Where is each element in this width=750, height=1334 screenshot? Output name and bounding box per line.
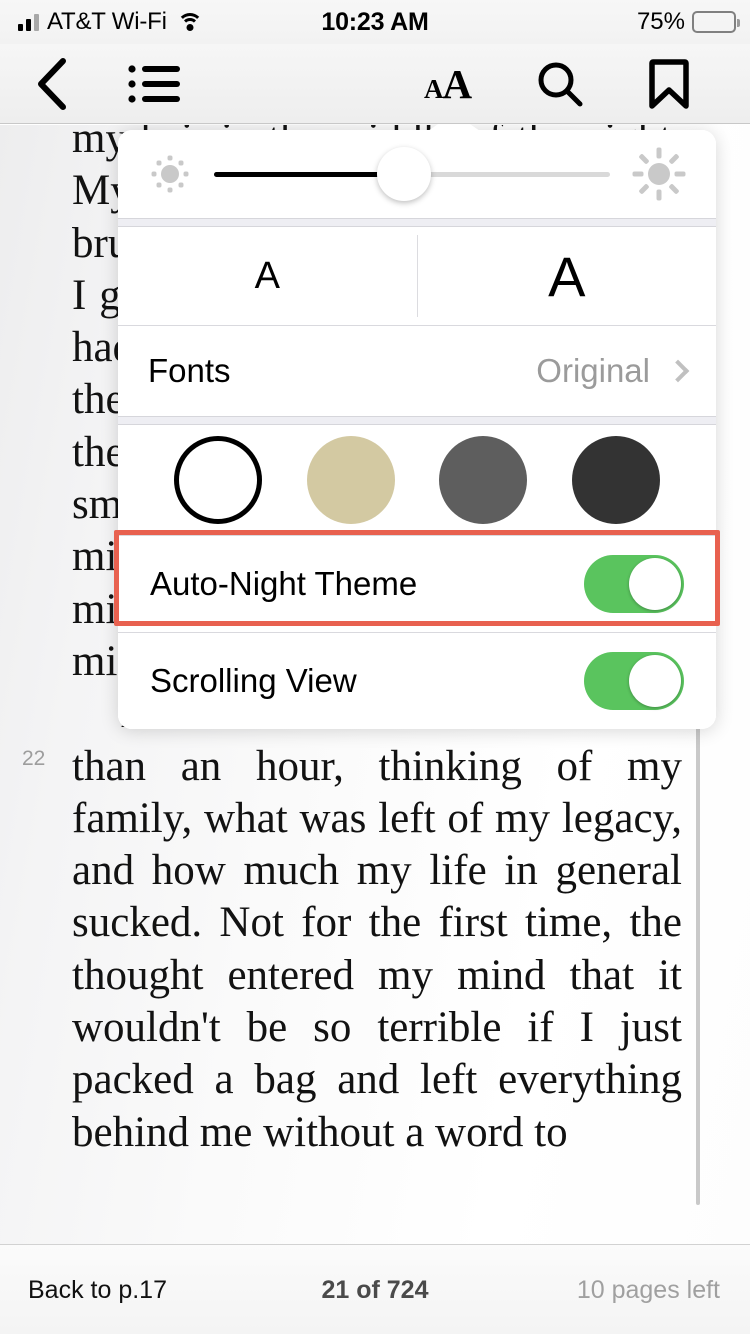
pages-left-label: 10 pages left — [576, 1275, 720, 1304]
section-divider — [118, 416, 716, 425]
paragraph: I'd been wide-awake for more than an hou… — [72, 690, 682, 1156]
list-bullet-icon — [128, 65, 180, 103]
increase-font-size-button[interactable]: A — [418, 227, 717, 325]
battery-icon — [692, 11, 740, 33]
chevron-left-icon — [38, 58, 66, 110]
toggle-knob — [629, 558, 681, 610]
font-size-button[interactable]: AA — [406, 44, 490, 124]
table-of-contents-button[interactable] — [110, 44, 198, 124]
theme-selector-row — [118, 425, 716, 535]
auto-night-theme-row[interactable]: Auto-Night Theme — [118, 536, 716, 632]
scrolling-view-row[interactable]: Scrolling View — [118, 633, 716, 729]
toggle-knob — [629, 655, 681, 707]
aa-large-letter: A — [442, 61, 473, 107]
scrolling-view-toggle[interactable] — [584, 652, 684, 710]
chevron-right-icon — [666, 359, 690, 383]
theme-option-dark[interactable] — [571, 436, 660, 524]
aa-small-letter: A — [423, 74, 444, 104]
brightness-slider-thumb[interactable] — [377, 147, 432, 201]
fonts-row[interactable]: Fonts Original — [118, 326, 716, 416]
search-icon — [538, 62, 583, 107]
brightness-slider-fill — [214, 171, 405, 177]
fonts-label: Fonts — [148, 352, 231, 389]
display-settings-popover: A A Fonts Original Auto-Night Theme Scro… — [118, 113, 716, 729]
font-size-row: A A — [118, 227, 716, 325]
search-button[interactable] — [518, 44, 602, 124]
bookmark-icon — [649, 59, 689, 109]
sun-large-icon — [632, 147, 686, 201]
theme-option-white[interactable] — [174, 436, 263, 524]
bookmark-button[interactable] — [628, 44, 710, 124]
aa-text-size-icon: AA — [424, 60, 472, 108]
page-number-margin: 22 — [22, 747, 46, 770]
decrease-font-size-button[interactable]: A — [118, 227, 417, 325]
status-bar: AT&T Wi-Fi 10:23 AM 75% — [0, 0, 750, 44]
reader-toolbar: AA — [0, 44, 750, 124]
auto-night-theme-label: Auto-Night Theme — [150, 565, 418, 602]
back-button[interactable] — [16, 44, 88, 124]
theme-option-gray[interactable] — [439, 436, 528, 524]
auto-night-theme-toggle[interactable] — [584, 555, 684, 613]
theme-option-sepia[interactable] — [306, 436, 395, 524]
sun-small-icon — [148, 152, 192, 196]
fonts-value: Original — [536, 352, 650, 389]
battery-percent-label: 75% — [636, 8, 685, 35]
brightness-row — [118, 130, 716, 218]
reader-bottom-bar: Back to p.17 21 of 724 10 pages left — [0, 1244, 750, 1334]
status-bar-right: 75% — [636, 0, 740, 44]
scrolling-view-label: Scrolling View — [150, 662, 357, 699]
section-divider — [118, 218, 716, 227]
brightness-slider[interactable] — [214, 147, 610, 201]
